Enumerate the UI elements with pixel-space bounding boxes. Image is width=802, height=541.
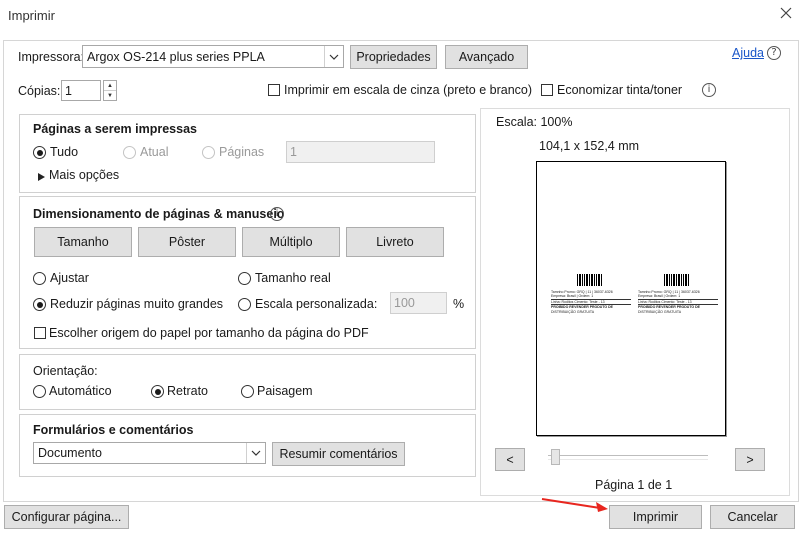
expand-arrow-icon[interactable]	[38, 170, 45, 184]
orientation-portrait-radio[interactable]	[151, 385, 164, 398]
preview-scale: Escala: 100%	[496, 115, 573, 129]
cancel-button[interactable]: Cancelar	[710, 505, 795, 529]
orientation-heading: Orientação:	[33, 364, 98, 378]
help-link[interactable]: Ajuda	[732, 46, 764, 60]
actual-size-label: Tamanho real	[255, 271, 331, 285]
forms-select[interactable]: Documento	[33, 442, 266, 464]
grayscale-checkbox[interactable]	[268, 84, 280, 96]
info-icon[interactable]: i	[702, 83, 716, 97]
page-setup-button[interactable]: Configurar página...	[4, 505, 129, 529]
multiple-button[interactable]: Múltiplo	[242, 227, 340, 257]
chevron-down-icon	[324, 46, 343, 67]
shrink-radio[interactable]	[33, 298, 46, 311]
barcode-icon	[664, 274, 690, 289]
prev-page-button[interactable]: <	[495, 448, 525, 471]
summarize-comments-button[interactable]: Resumir comentários	[272, 442, 405, 466]
custom-scale-label: Escala personalizada:	[255, 297, 378, 311]
actual-size-radio[interactable]	[238, 272, 251, 285]
printer-select[interactable]: Argox OS-214 plus series PPLA	[82, 45, 344, 68]
help-icon[interactable]: ?	[767, 46, 781, 60]
fit-radio[interactable]	[33, 272, 46, 285]
pages-current-label: Atual	[140, 145, 169, 159]
orientation-portrait-label: Retrato	[167, 384, 208, 398]
paper-source-label: Escolher origem do papel por tamanho da …	[49, 326, 369, 340]
label-line: DISTRIBUIÇÃO GRATUITA	[638, 309, 682, 314]
pages-range-radio[interactable]	[202, 146, 215, 159]
orientation-landscape-radio[interactable]	[241, 385, 254, 398]
print-button[interactable]: Imprimir	[609, 505, 702, 529]
copies-stepper[interactable]: ▲ ▼	[103, 80, 117, 101]
label-line: DISTRIBUIÇÃO GRATUITA	[551, 309, 595, 314]
copies-input[interactable]: 1	[61, 80, 101, 101]
orientation-group	[19, 354, 476, 410]
save-ink-label: Economizar tinta/toner	[557, 83, 683, 97]
shrink-label: Reduzir páginas muito grandes	[50, 297, 224, 311]
size-button[interactable]: Tamanho	[34, 227, 132, 257]
preview-size: 104,1 x 152,4 mm	[539, 139, 640, 153]
red-arrow-icon	[540, 496, 612, 515]
more-options-toggle[interactable]: Mais opções	[49, 168, 119, 182]
custom-scale-radio[interactable]	[238, 298, 251, 311]
page-indicator: Página 1 de 1	[595, 478, 673, 492]
pages-all-label: Tudo	[50, 145, 79, 159]
next-page-button[interactable]: >	[735, 448, 765, 471]
page-preview: Tamnho Promo: GRQ | 11 | 36037-6326 Empr…	[536, 161, 726, 436]
paper-source-checkbox[interactable]	[34, 327, 46, 339]
forms-value: Documento	[38, 446, 102, 460]
save-ink-checkbox[interactable]	[541, 84, 553, 96]
window-title: Imprimir	[8, 8, 55, 23]
pages-heading: Páginas a serem impressas	[33, 122, 197, 136]
forms-heading: Formulários e comentários	[33, 423, 194, 437]
spin-down-icon[interactable]: ▼	[104, 91, 116, 100]
grayscale-label: Imprimir em escala de cinza (preto e bra…	[284, 83, 533, 97]
close-icon[interactable]	[778, 5, 794, 21]
spin-up-icon[interactable]: ▲	[104, 81, 116, 91]
page-slider-track[interactable]	[548, 455, 708, 460]
label-text-2: Tamnho Promo: GRQ | 11 | 36037-6326 Empr…	[638, 290, 718, 314]
pages-range-label: Páginas	[219, 145, 265, 159]
sizing-heading: Dimensionamento de páginas & manuseio	[33, 207, 285, 221]
printer-value: Argox OS-214 plus series PPLA	[87, 49, 265, 64]
chevron-down-icon	[246, 443, 265, 463]
barcode-icon	[577, 274, 603, 289]
percent-label: %	[453, 297, 465, 311]
orientation-landscape-label: Paisagem	[257, 384, 313, 398]
pages-current-radio[interactable]	[123, 146, 136, 159]
orientation-auto-radio[interactable]	[33, 385, 46, 398]
sizing-info-icon[interactable]: i	[270, 207, 284, 221]
custom-scale-input[interactable]: 100	[390, 292, 447, 314]
poster-button[interactable]: Pôster	[138, 227, 236, 257]
page-slider-thumb[interactable]	[551, 449, 560, 465]
advanced-button[interactable]: Avançado	[445, 45, 528, 69]
copies-label: Cópias:	[18, 84, 61, 98]
booklet-button[interactable]: Livreto	[346, 227, 444, 257]
fit-label: Ajustar	[50, 271, 89, 285]
printer-label: Impressora:	[18, 50, 84, 64]
label-text-1: Tamnho Promo: GRQ | 11 | 36037-6326 Empr…	[551, 290, 631, 314]
pages-all-radio[interactable]	[33, 146, 46, 159]
orientation-auto-label: Automático	[49, 384, 112, 398]
properties-button[interactable]: Propriedades	[350, 45, 437, 69]
pages-range-input[interactable]: 1	[286, 141, 435, 163]
